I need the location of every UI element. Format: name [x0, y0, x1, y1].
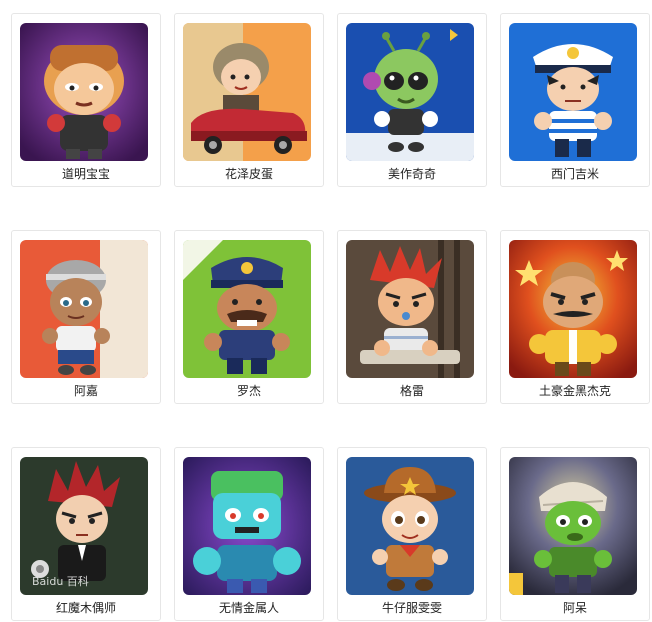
character-portrait[interactable]	[183, 240, 311, 378]
character-name[interactable]: 花泽皮蛋	[175, 166, 323, 182]
character-name[interactable]: 西门吉米	[501, 166, 649, 182]
character-card[interactable]: 西门吉米	[500, 13, 650, 187]
character-portrait[interactable]	[20, 23, 148, 161]
character-name[interactable]: 红魔木偶师	[12, 600, 160, 616]
character-portrait[interactable]	[183, 23, 311, 161]
character-name[interactable]: 牛仔服雯雯	[338, 600, 486, 616]
character-card[interactable]: 牛仔服雯雯	[337, 447, 487, 621]
character-card[interactable]: 阿呆	[500, 447, 650, 621]
character-portrait[interactable]	[20, 240, 148, 378]
character-portrait[interactable]	[346, 457, 474, 595]
portrait-image	[183, 240, 311, 378]
character-name[interactable]: 罗杰	[175, 383, 323, 399]
character-name[interactable]: 道明宝宝	[12, 166, 160, 182]
character-portrait[interactable]	[346, 240, 474, 378]
character-portrait[interactable]	[183, 457, 311, 595]
portrait-image	[346, 457, 474, 595]
character-card[interactable]: 格雷	[337, 230, 487, 404]
character-card[interactable]: 无情金属人	[174, 447, 324, 621]
character-name[interactable]: 土豪金黑杰克	[501, 383, 649, 399]
character-grid: 道明宝宝 花泽皮蛋 美作奇奇 西门吉米 阿嘉 罗杰 格雷 土豪金黑杰克 Baid…	[0, 0, 652, 622]
character-card[interactable]: 花泽皮蛋	[174, 13, 324, 187]
character-name[interactable]: 美作奇奇	[338, 166, 486, 182]
character-card[interactable]: 土豪金黑杰克	[500, 230, 650, 404]
character-card[interactable]: 罗杰	[174, 230, 324, 404]
character-card[interactable]: Baidu 百科 红魔木偶师	[11, 447, 161, 621]
character-name[interactable]: 无情金属人	[175, 600, 323, 616]
character-card[interactable]: 美作奇奇	[337, 13, 487, 187]
portrait-image	[509, 457, 637, 595]
character-portrait[interactable]	[509, 240, 637, 378]
character-name[interactable]: 阿呆	[501, 600, 649, 616]
character-card[interactable]: 阿嘉	[11, 230, 161, 404]
character-portrait[interactable]	[509, 23, 637, 161]
portrait-image	[183, 23, 311, 161]
portrait-image	[346, 23, 474, 161]
portrait-image	[509, 23, 637, 161]
character-portrait[interactable]: Baidu 百科	[20, 457, 148, 595]
portrait-image	[509, 240, 637, 378]
character-portrait[interactable]	[346, 23, 474, 161]
character-portrait[interactable]	[509, 457, 637, 595]
baidu-watermark: Baidu 百科	[32, 575, 89, 588]
portrait-image	[346, 240, 474, 378]
character-name[interactable]: 格雷	[338, 383, 486, 399]
portrait-image	[183, 457, 311, 595]
character-name[interactable]: 阿嘉	[12, 383, 160, 399]
character-card[interactable]: 道明宝宝	[11, 13, 161, 187]
portrait-image	[20, 240, 148, 378]
portrait-image	[20, 23, 148, 161]
